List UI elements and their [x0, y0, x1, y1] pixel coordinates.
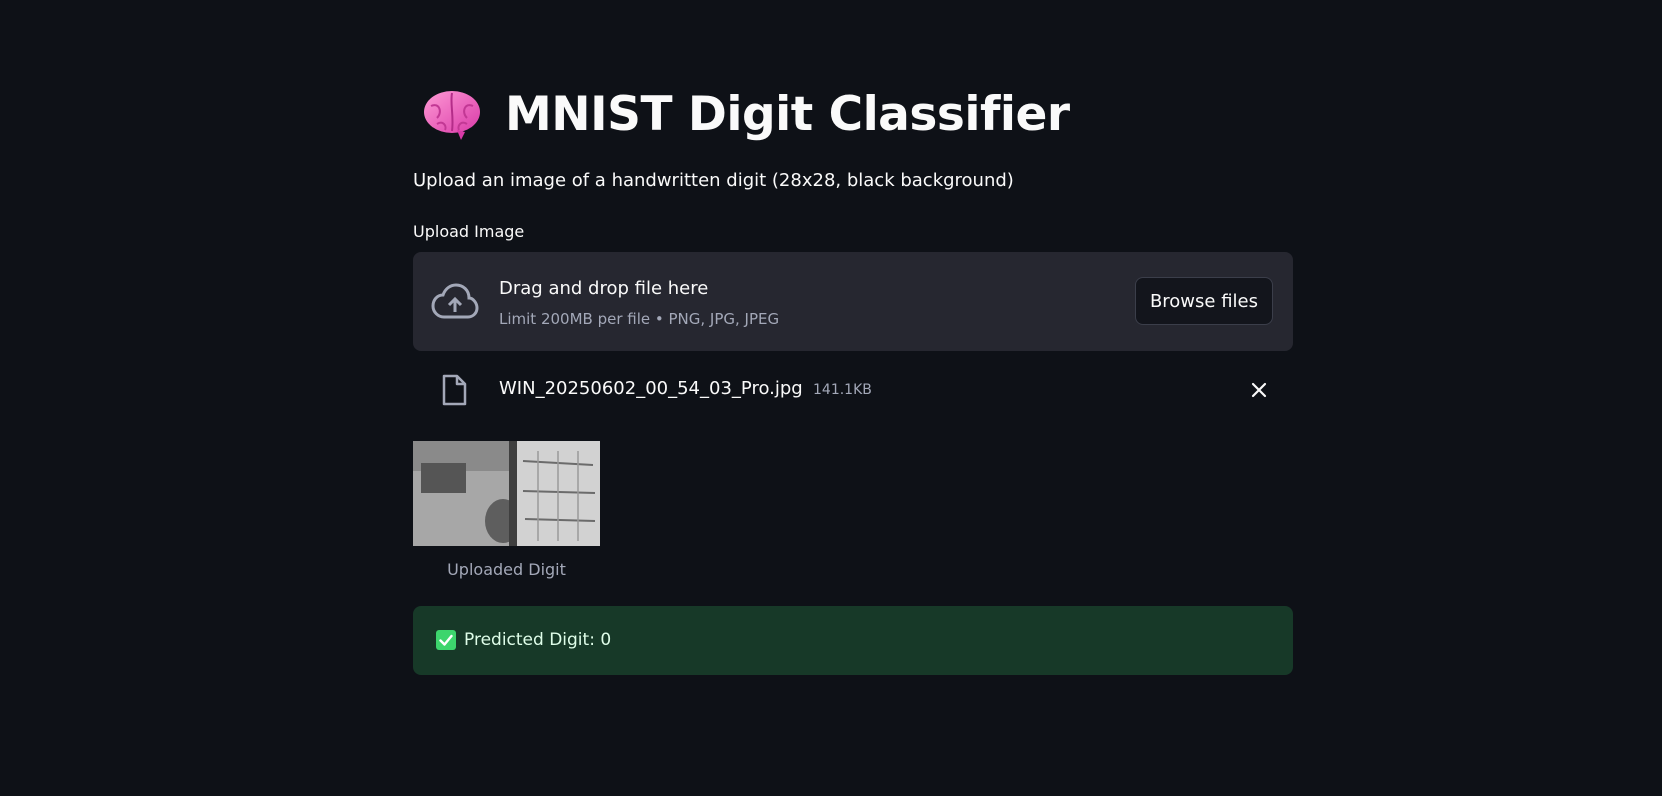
browse-files-button[interactable]: Browse files: [1134, 277, 1273, 325]
file-name: WIN_20250602_00_54_03_Pro.jpg: [499, 378, 803, 399]
prediction-alert: Predicted Digit: 0: [413, 606, 1293, 675]
image-caption: Uploaded Digit: [447, 560, 566, 579]
file-icon: [442, 374, 467, 406]
dropzone-title: Drag and drop file here: [499, 278, 709, 299]
dropzone-hint: Limit 200MB per file • PNG, JPG, JPEG: [499, 310, 780, 328]
uploaded-image: [413, 441, 600, 546]
prediction-text: Predicted Digit: 0: [464, 630, 612, 650]
file-size: 141.1KB: [813, 382, 872, 398]
brain-icon: [424, 91, 480, 140]
file-dropzone[interactable]: Drag and drop file here Limit 200MB per …: [413, 252, 1293, 351]
upload-label: Upload Image: [413, 222, 525, 241]
page-subtitle: Upload an image of a handwritten digit (…: [413, 170, 1014, 191]
check-icon: [436, 630, 456, 650]
page-title: MNIST Digit Classifier: [505, 86, 1070, 142]
cloud-upload-icon: [431, 283, 479, 319]
uploaded-image-photo: [413, 441, 600, 546]
close-icon[interactable]: [1249, 380, 1269, 400]
uploaded-file-row: WIN_20250602_00_54_03_Pro.jpg 141.1KB: [413, 366, 1293, 414]
title-row: MNIST Digit Classifier: [421, 78, 1070, 150]
